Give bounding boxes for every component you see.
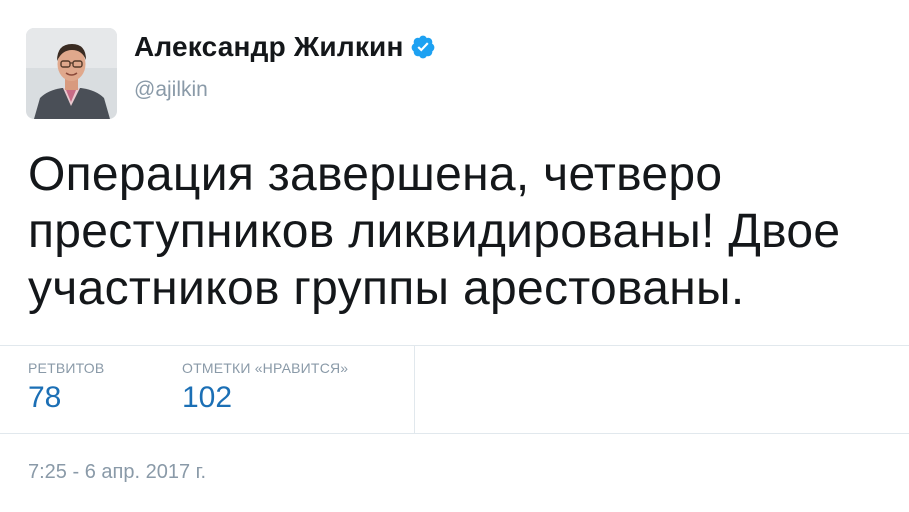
tweet-card: Александр Жилкин @ajilkin Операция завер… bbox=[0, 0, 909, 512]
tweet-text: Операция завершена, четверо преступников… bbox=[28, 148, 841, 315]
likes-count: 102 bbox=[182, 381, 233, 414]
tweet-stats: РЕТВИТОВ 78 ОТМЕТКИ «НРАВИТСЯ» 102 bbox=[0, 345, 909, 434]
author-name-row[interactable]: Александр Жилкин bbox=[134, 31, 436, 63]
author-handle[interactable]: @ajilkin bbox=[134, 78, 208, 102]
likes-label: ОТМЕТКИ «НРАВИТСЯ» bbox=[182, 360, 349, 376]
stats-divider bbox=[414, 346, 415, 434]
verified-badge-icon bbox=[411, 35, 434, 59]
retweets-stat[interactable]: РЕТВИТОВ 78 bbox=[28, 360, 104, 414]
tweet-timestamp[interactable]: 7:25 - 6 апр. 2017 г. bbox=[28, 461, 206, 484]
profile-photo-icon bbox=[26, 28, 117, 119]
author-name[interactable]: Александр Жилкин bbox=[134, 31, 404, 63]
avatar[interactable] bbox=[26, 28, 117, 119]
likes-stat[interactable]: ОТМЕТКИ «НРАВИТСЯ» 102 bbox=[182, 360, 348, 414]
retweets-count: 78 bbox=[28, 381, 62, 414]
retweets-label: РЕТВИТОВ bbox=[28, 360, 105, 376]
